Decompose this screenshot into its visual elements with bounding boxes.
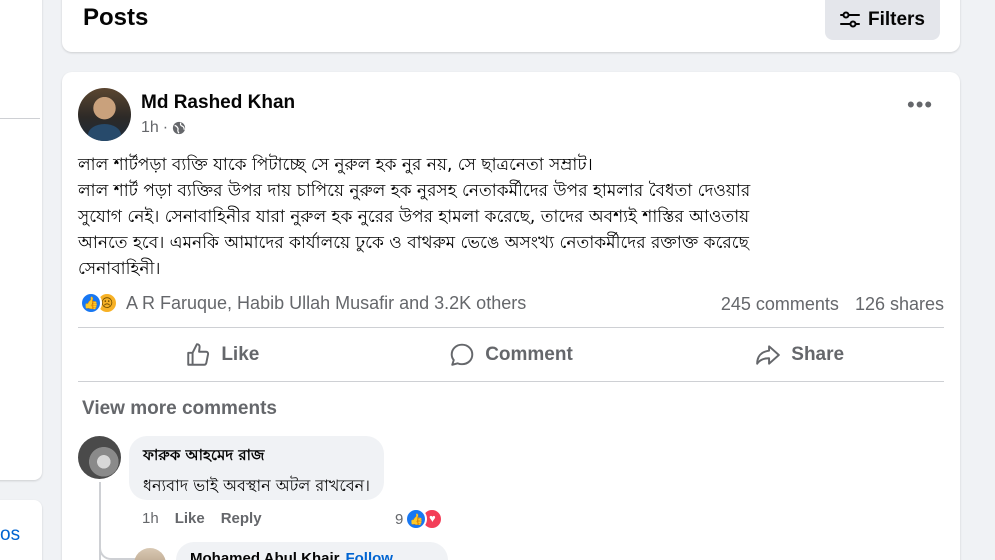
left-sidebar-card <box>0 0 42 480</box>
thumbs-up-icon <box>187 343 210 366</box>
left-sidebar-card-bottom: os <box>0 500 42 560</box>
shares-count[interactable]: 126 shares <box>855 294 944 315</box>
post-meta: 1h · <box>141 119 186 137</box>
more-options-icon[interactable]: ••• <box>907 94 933 116</box>
reaction-summary[interactable]: 👍 ☹ A R Faruque, Habib Ullah Musafir and… <box>80 292 526 314</box>
comment-like-button[interactable]: Like <box>175 510 205 527</box>
reply-bubble: Mohamed Abul Khair Follow <box>176 542 448 560</box>
view-more-comments-link[interactable]: View more comments <box>82 398 277 420</box>
filters-button[interactable]: Filters <box>825 0 940 40</box>
reactors-text[interactable]: A R Faruque, Habib Ullah Musafir and 3.2… <box>126 293 526 314</box>
meta-dot: · <box>162 119 169 136</box>
thread-connector <box>99 512 139 560</box>
comment-label: Comment <box>485 344 573 365</box>
sidebar-link-partial[interactable]: os <box>0 524 20 546</box>
divider <box>78 381 944 382</box>
post-text-line: লাল শার্ট পড়া ব্যক্তির উপর দায় চাপিয়ে… <box>78 181 751 201</box>
divider <box>78 327 944 328</box>
post-text-line: লাল শার্টপড়া ব্যক্তি যাকে পিটাচ্ছে সে ন… <box>78 155 593 175</box>
author-avatar[interactable] <box>78 88 131 141</box>
filters-icon <box>839 11 860 28</box>
globe-icon[interactable] <box>172 121 186 135</box>
comment-text: ধন্যবাদ ভাই অবস্থান অটল রাখবেন। <box>143 476 370 495</box>
post-actions: Like Comment Share <box>78 330 944 380</box>
like-reaction-icon: 👍 <box>80 292 102 314</box>
comment-bubble: ফারুক আহমেদ রাজ ধন্যবাদ ভাই অবস্থান অটল … <box>129 436 384 500</box>
page-title: Posts <box>83 4 149 31</box>
engagement-counts: 245 comments 126 shares <box>721 294 944 315</box>
comment-icon <box>450 343 474 366</box>
comments-count[interactable]: 245 comments <box>721 294 839 315</box>
commenter-avatar[interactable] <box>78 436 121 479</box>
post-text-line: সুযোগ নেই। সেনাবাহিনীর যারা নুরুল হক নুর… <box>78 207 750 227</box>
comment-reaction-count: 9 <box>395 510 404 528</box>
post-text-line: সেনাবাহিনী। <box>78 259 161 279</box>
share-icon <box>756 345 781 365</box>
post-time[interactable]: 1h <box>141 119 159 137</box>
comment-button[interactable]: Comment <box>367 330 656 380</box>
share-button[interactable]: Share <box>655 330 944 380</box>
follow-link[interactable]: Follow <box>345 550 393 560</box>
post-author[interactable]: Md Rashed Khan <box>141 92 295 114</box>
comment-reply-button[interactable]: Reply <box>221 510 262 527</box>
divider <box>0 118 40 119</box>
like-label: Like <box>221 344 260 365</box>
like-button[interactable]: Like <box>78 330 367 380</box>
comment-meta: 1h Like Reply <box>142 510 262 527</box>
filters-label: Filters <box>867 9 926 30</box>
post-text-line: আনতে হবে। এমনকি আমাদের কার্যালয়ে ঢুকে ও… <box>78 233 749 253</box>
post-card: Md Rashed Khan 1h · ••• লাল শার্টপড়া ব্… <box>62 72 960 560</box>
share-label: Share <box>791 344 845 365</box>
post-body: লাল শার্টপড়া ব্যক্তি যাকে পিটাচ্ছে সে ন… <box>78 152 938 282</box>
posts-header-card: Posts Filters <box>62 0 960 52</box>
comment-reactions[interactable]: 9 👍 ♥ <box>395 508 444 530</box>
comment-author[interactable]: ফারুক আহমেদ রাজ <box>143 444 370 469</box>
reply-author[interactable]: Mohamed Abul Khair <box>190 550 339 560</box>
comment-time[interactable]: 1h <box>142 510 159 527</box>
